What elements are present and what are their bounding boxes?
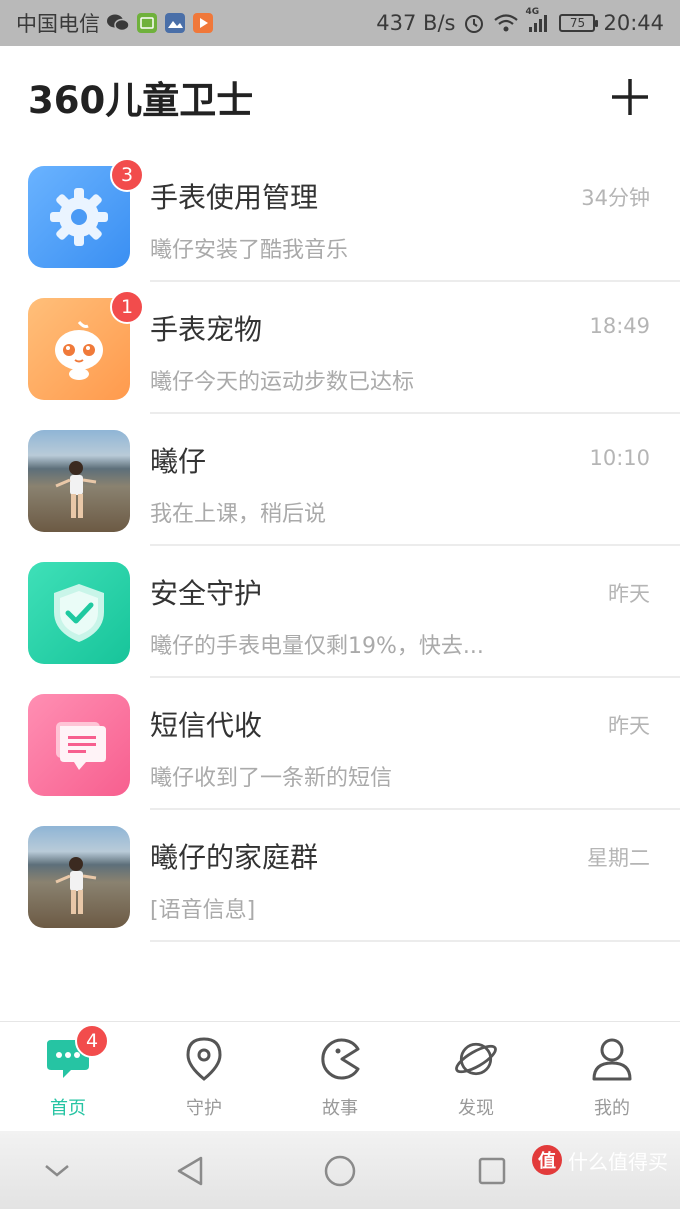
list-item-safety-guard[interactable]: 安全守护 昨天 曦仔的手表电量仅剩19%，快去...	[0, 546, 680, 678]
watermark-text: 什么值得买	[568, 1149, 668, 1174]
home-circle-icon	[324, 1155, 356, 1187]
recents-square-icon	[478, 1157, 506, 1185]
net-speed: 437 B/s	[376, 11, 456, 35]
gear-icon	[50, 188, 108, 246]
tab-label: 首页	[50, 1098, 86, 1119]
alarm-icon	[463, 12, 485, 34]
chat-time: 18:49	[589, 314, 650, 338]
wifi-icon	[493, 13, 519, 33]
chat-preview: 我在上课，稍后说	[150, 502, 327, 527]
tab-label: 我的	[594, 1098, 630, 1119]
chat-title: 短信代收	[150, 709, 263, 742]
child-photo	[28, 826, 130, 928]
watermark: 值 什么值得买	[532, 1145, 668, 1175]
bottom-tab-bar: 4 首页 守护 故事 发现 我的	[0, 1021, 680, 1131]
chat-preview: 曦仔今天的运动步数已达标	[150, 370, 415, 395]
clock: 20:44	[603, 11, 664, 35]
page-title: 360儿童卫士	[28, 79, 254, 122]
chat-time: 昨天	[608, 714, 650, 738]
list-item-sms-relay[interactable]: 短信代收 昨天 曦仔收到了一条新的短信	[0, 678, 680, 810]
divider	[150, 940, 680, 942]
collapse-button[interactable]	[40, 1153, 74, 1187]
add-button[interactable]	[608, 75, 652, 119]
avatar	[28, 562, 130, 664]
chat-time: 星期二	[587, 846, 650, 870]
planet-icon	[455, 1042, 497, 1076]
pet-icon	[55, 321, 103, 380]
avatar	[28, 826, 130, 928]
person-icon	[592, 1038, 632, 1081]
network-type: 4G	[525, 7, 540, 17]
chat-time: 10:10	[589, 446, 650, 470]
tab-profile[interactable]: 我的	[544, 1022, 680, 1131]
wechat-icon	[106, 13, 130, 33]
signal-icon: 4G	[525, 7, 551, 33]
tab-label: 发现	[458, 1098, 494, 1119]
shield-check-icon	[54, 584, 104, 642]
chat-title: 安全守护	[150, 577, 263, 610]
chat-preview: 曦仔的手表电量仅剩19%，快去...	[150, 634, 484, 659]
chat-title: 曦仔的家庭群	[150, 841, 319, 874]
watermark-logo: 值	[532, 1145, 562, 1175]
chat-preview: [语音信息]	[150, 898, 256, 923]
chat-time: 34分钟	[581, 186, 650, 210]
tab-guard[interactable]: 守护	[136, 1022, 272, 1131]
tab-label: 故事	[322, 1098, 358, 1119]
tab-home[interactable]: 4 首页	[0, 1022, 136, 1131]
avatar	[28, 430, 130, 532]
recents-button[interactable]	[472, 1151, 512, 1191]
unread-badge: 3	[110, 158, 144, 192]
location-pin-icon	[186, 1037, 222, 1081]
unread-badge: 4	[75, 1024, 109, 1058]
chat-time: 昨天	[608, 582, 650, 606]
list-item-family-group[interactable]: 曦仔的家庭群 星期二 [语音信息]	[0, 810, 680, 942]
list-item-watch-management[interactable]: 3 手表使用管理 34分钟 曦仔安装了酷我音乐	[0, 150, 680, 282]
back-triangle-icon	[177, 1156, 203, 1186]
chevron-down-icon	[45, 1165, 69, 1177]
list-item-watch-pet[interactable]: 1 手表宠物 18:49 曦仔今天的运动步数已达标	[0, 282, 680, 414]
avatar	[28, 694, 130, 796]
pacman-icon	[321, 1038, 360, 1080]
tab-discover[interactable]: 发现	[408, 1022, 544, 1131]
status-bar: 中国电信 437 B/s 4G 75 20:44	[0, 0, 680, 46]
battery-level: 75	[569, 16, 586, 30]
avatar: 1	[28, 290, 144, 400]
home-button[interactable]	[320, 1151, 360, 1191]
chat-title: 手表宠物	[150, 313, 263, 346]
tab-label: 守护	[186, 1098, 222, 1119]
carrier-label: 中国电信	[16, 12, 100, 36]
back-button[interactable]	[170, 1151, 210, 1191]
chat-title: 手表使用管理	[150, 181, 319, 214]
conversation-list: 3 手表使用管理 34分钟 曦仔安装了酷我音乐 1 手表宠物 18:49 曦仔今…	[0, 150, 680, 942]
avatar: 3	[28, 158, 144, 268]
message-icon	[56, 722, 106, 770]
chat-title: 曦仔	[150, 445, 207, 478]
iqiyi-icon	[136, 12, 158, 34]
plus-icon	[612, 79, 648, 115]
tab-story[interactable]: 故事	[272, 1022, 408, 1131]
chat-preview: 曦仔安装了酷我音乐	[150, 238, 349, 263]
gallery-icon	[164, 12, 186, 34]
list-item-child-chat[interactable]: 曦仔 10:10 我在上课，稍后说	[0, 414, 680, 546]
child-photo	[28, 430, 130, 532]
unread-badge: 1	[110, 290, 144, 324]
chat-preview: 曦仔收到了一条新的短信	[150, 766, 393, 791]
battery-indicator: 75	[559, 14, 599, 32]
video-app-icon	[192, 12, 214, 34]
app-header: 360儿童卫士	[0, 46, 680, 148]
